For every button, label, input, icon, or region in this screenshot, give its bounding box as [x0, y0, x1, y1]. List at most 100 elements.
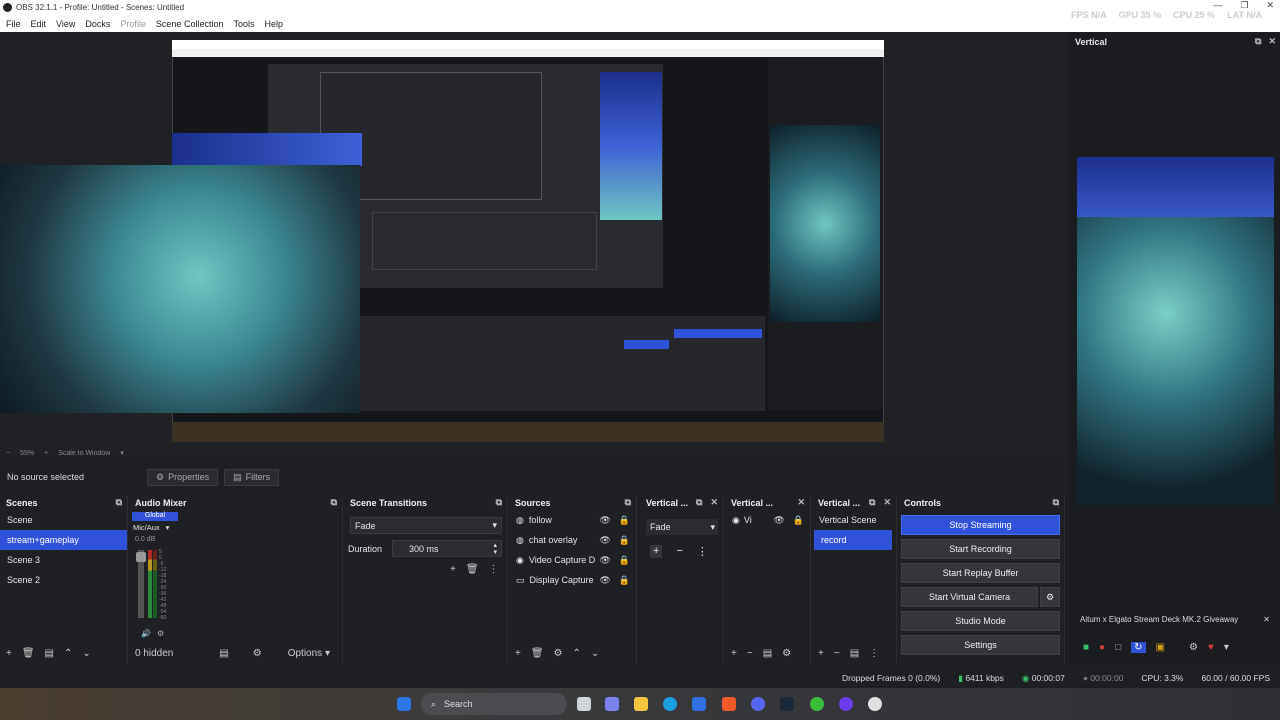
up-icon[interactable]: ⌃	[64, 648, 72, 659]
record-icon[interactable]: ●	[1099, 642, 1105, 653]
mixer-channel[interactable]: Mic/Aux ▾	[133, 523, 169, 532]
menu-tools[interactable]: Tools	[233, 19, 254, 29]
menu-help[interactable]: Help	[264, 19, 283, 29]
gear-icon[interactable]: ⚙	[782, 648, 791, 659]
steam-icon[interactable]	[780, 697, 794, 711]
chevron-down-icon[interactable]: ▾	[166, 523, 170, 532]
add-icon[interactable]: +	[450, 564, 456, 575]
menu-edit[interactable]: Edit	[31, 19, 47, 29]
store-icon[interactable]	[692, 697, 706, 711]
vertical-source-item[interactable]: ◉ Vi 👁 🔒	[725, 510, 810, 530]
eye-icon[interactable]: 👁	[599, 515, 610, 526]
up-icon[interactable]: ⌃	[573, 648, 581, 659]
remove-icon[interactable]: −	[747, 648, 753, 659]
stop-streaming-button[interactable]: Stop Streaming	[901, 515, 1060, 535]
speaker-icon[interactable]: 🔊	[141, 629, 151, 638]
file-explorer-icon[interactable]	[634, 697, 648, 711]
vertical-scene-item[interactable]: Vertical Scene	[812, 510, 896, 530]
eye-icon[interactable]: 👁	[599, 555, 610, 566]
studio-mode-button[interactable]: Studio Mode	[901, 611, 1060, 631]
undock-icon[interactable]: ⧉	[331, 497, 337, 508]
add-icon[interactable]: +	[515, 648, 521, 659]
close-icon[interactable]: ✕	[797, 497, 805, 508]
stepper-arrows-icon[interactable]: ▴ ▾	[493, 542, 497, 556]
more-icon[interactable]: ⋮	[489, 564, 499, 575]
zoom-in-button[interactable]: +	[44, 450, 48, 457]
add-icon[interactable]: +	[818, 648, 824, 659]
task-view-icon[interactable]	[577, 697, 591, 711]
duration-stepper[interactable]: 300 ms ▴ ▾	[392, 540, 502, 557]
undock-icon[interactable]: ⧉	[496, 497, 502, 508]
add-icon[interactable]: +	[6, 648, 12, 659]
lock-icon[interactable]: 🔒	[619, 535, 630, 546]
menu-profile[interactable]: Profile	[120, 19, 146, 29]
scene-item[interactable]: Scene 3	[0, 550, 127, 570]
vertical-transition-select[interactable]: Fade ▾	[646, 519, 718, 535]
volume-handle[interactable]	[136, 552, 146, 562]
chevron-down-icon[interactable]: ▾	[120, 449, 124, 457]
source-item[interactable]: ▭ Display Capture 👁 🔒	[509, 570, 636, 590]
add-icon[interactable]: +	[731, 648, 737, 659]
remove-icon[interactable]: −	[834, 648, 840, 659]
more-icon[interactable]: ⋮	[869, 648, 879, 659]
vertical-scene-item-selected[interactable]: record	[814, 530, 892, 550]
down-icon[interactable]: ⌄	[82, 648, 90, 659]
scene-item[interactable]: Scene	[0, 510, 127, 530]
add-icon[interactable]: +	[650, 545, 663, 558]
filter-icon[interactable]: ▤	[850, 648, 859, 659]
discord-icon[interactable]	[751, 697, 765, 711]
undock-icon[interactable]: ⧉	[869, 497, 875, 508]
app-icon[interactable]	[839, 697, 853, 711]
start-recording-button[interactable]: Start Recording	[901, 539, 1060, 559]
eye-icon[interactable]: 👁	[773, 515, 784, 526]
zoom-mode[interactable]: Scale to Window	[58, 450, 110, 457]
properties-button[interactable]: ⚙ Properties	[147, 468, 219, 486]
filter-icon[interactable]: ▤	[763, 648, 772, 659]
transition-select[interactable]: Fade ▾	[350, 517, 502, 534]
source-item[interactable]: ◉ Video Capture D 👁 🔒	[509, 550, 636, 570]
list-icon[interactable]: ▤	[219, 648, 228, 659]
virtual-cam-icon[interactable]: ▣	[1156, 642, 1165, 653]
more-icon[interactable]: ⋮	[697, 545, 708, 558]
trash-icon[interactable]: 🗑	[466, 564, 479, 575]
options-button[interactable]: Options ▾	[288, 648, 330, 659]
replay-icon[interactable]: ↻	[1131, 641, 1146, 653]
gear-icon[interactable]: ⚙	[253, 648, 262, 659]
stream-icon[interactable]: ■	[1083, 642, 1089, 653]
giveaway-banner[interactable]: Aitum x Elgato Stream Deck MK.2 Giveaway…	[1077, 612, 1274, 626]
teams-icon[interactable]	[605, 697, 619, 711]
filters-button[interactable]: ▤ Filters	[224, 468, 280, 486]
down-icon[interactable]: ⌄	[591, 648, 599, 659]
settings-button[interactable]: Settings	[901, 635, 1060, 655]
gear-icon[interactable]: ⚙	[1189, 642, 1198, 653]
menu-docks[interactable]: Docks	[85, 19, 110, 29]
gear-icon[interactable]: ⚙	[554, 648, 563, 659]
start-virtual-camera-button[interactable]: Start Virtual Camera	[901, 587, 1038, 607]
stop-icon[interactable]: □	[1115, 642, 1121, 653]
close-button[interactable]: ✕	[1266, 0, 1274, 11]
start-replay-buffer-button[interactable]: Start Replay Buffer	[901, 563, 1060, 583]
trash-icon[interactable]: 🗑	[531, 648, 544, 659]
menu-file[interactable]: File	[6, 19, 21, 29]
lock-icon[interactable]: 🔒	[619, 575, 630, 586]
eye-icon[interactable]: 👁	[599, 535, 610, 546]
undock-icon[interactable]: ⧉	[1053, 497, 1059, 508]
lock-icon[interactable]: 🔒	[619, 515, 630, 526]
mixer-settings-icon[interactable]: ⚙	[157, 629, 164, 638]
remove-icon[interactable]: −	[676, 545, 682, 558]
undock-icon[interactable]: ⧉	[116, 497, 122, 508]
app-icon[interactable]	[810, 697, 824, 711]
edge-icon[interactable]	[663, 697, 677, 711]
windows-start-icon[interactable]	[397, 697, 411, 711]
trash-icon[interactable]: 🗑	[22, 648, 35, 659]
eye-icon[interactable]: 👁	[599, 575, 610, 586]
filter-icon[interactable]: ▤	[45, 648, 54, 659]
giveaway-close-icon[interactable]: ✕	[1263, 615, 1270, 624]
source-item[interactable]: ◍ chat overlay 👁 🔒	[509, 530, 636, 550]
source-item[interactable]: ◍ follow 👁 🔒	[509, 510, 636, 530]
virtual-camera-settings-icon[interactable]: ⚙	[1040, 587, 1060, 607]
undock-icon[interactable]: ⧉	[696, 497, 702, 508]
zoom-out-button[interactable]: −	[6, 450, 10, 457]
brave-icon[interactable]	[722, 697, 736, 711]
lock-icon[interactable]: 🔒	[619, 555, 630, 566]
